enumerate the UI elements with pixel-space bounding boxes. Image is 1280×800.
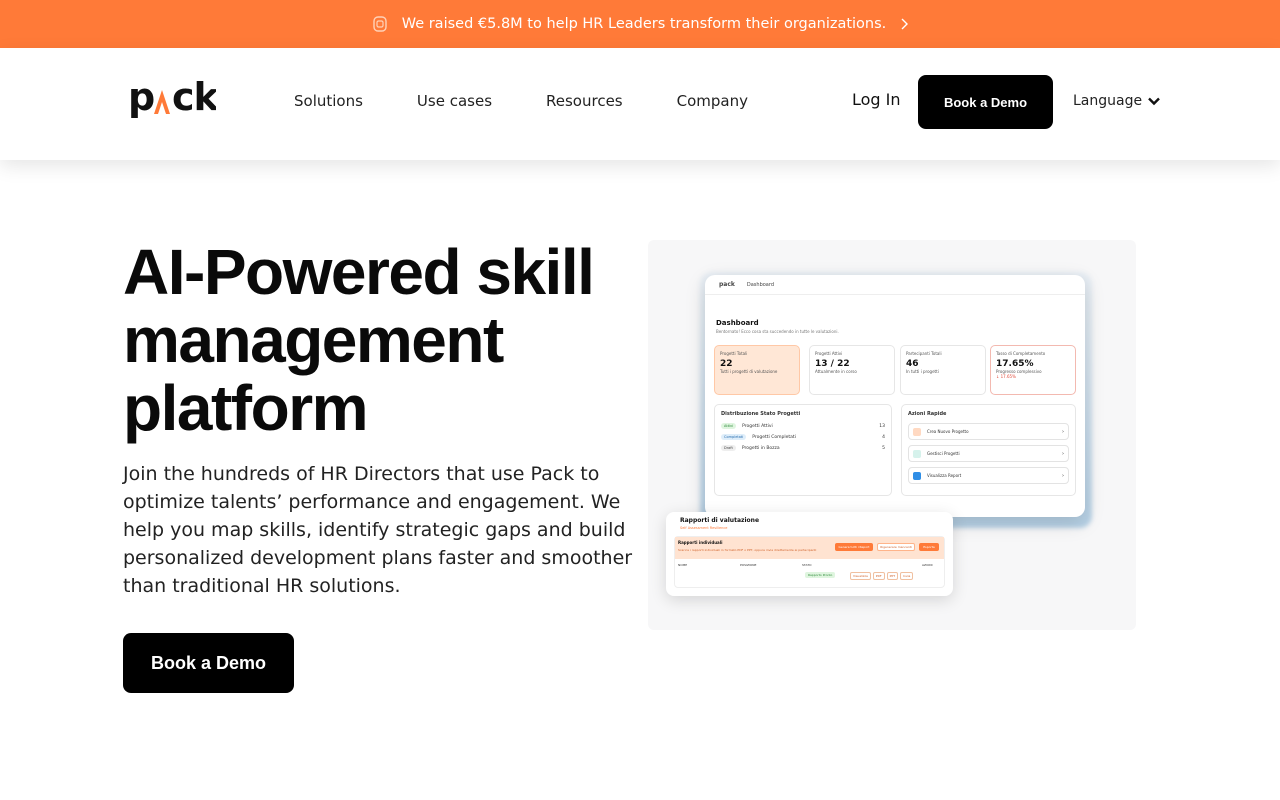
stat-label: Progetti Totali: [720, 351, 748, 356]
stat-card: Progetti Attivi 13 / 22 Attualmente in c…: [809, 345, 895, 395]
stat-label: Tasso di Completamento: [996, 351, 1046, 356]
stat-value: 46: [906, 359, 919, 369]
list-item: Attivi Progetti Attivi 13: [721, 423, 885, 429]
row-label: Progetti Completati: [752, 434, 796, 440]
badge-icon: [372, 15, 388, 33]
quick-action-label: Gestisci Progetti: [927, 451, 960, 456]
stat-label: Progetti Attivi: [815, 351, 843, 356]
announcement-text[interactable]: We raised €5.8M to help HR Leaders trans…: [402, 16, 887, 32]
stat-note: In tutti i progetti: [906, 369, 939, 374]
quick-actions-panel: Azioni Rapide Crea Nuovo Progetto › Gest…: [901, 404, 1076, 496]
quick-action-label: Visualizza Report: [927, 473, 962, 478]
list-item: Completati Progetti Completati 4: [721, 434, 885, 440]
chevron-down-icon: [1148, 97, 1160, 106]
stat-value: 17.65%: [996, 359, 1034, 369]
column-header: NOME: [678, 563, 688, 567]
row-label: Progetti in Bozza: [741, 445, 780, 451]
stat-value: 13 / 22: [815, 359, 850, 369]
column-header: STATO: [802, 563, 812, 567]
report-title: Rapporti di valutazione: [680, 517, 760, 524]
nav-company[interactable]: Company: [677, 92, 748, 110]
stat-card: Tasso di Completamento 17.65% Progresso …: [990, 345, 1076, 395]
list-item: Draft Progetti in Bozza 5: [721, 445, 885, 451]
site-header: p ck Solutions Use cases Resources Compa…: [0, 48, 1280, 160]
dashboard-logo: pack: [719, 281, 735, 288]
login-link[interactable]: Log In: [852, 90, 901, 109]
stat-note: Tutti i progetti di valutazione: [720, 369, 778, 374]
report-actions: Visualizza PDF PPT Invia: [850, 572, 914, 580]
stat-card: Partecipanti Totali 46 In tutti i proget…: [900, 345, 986, 395]
main-nav: Solutions Use cases Resources Company: [294, 92, 748, 110]
report-box: Rapporti individuali Scarica i rapporti …: [674, 536, 945, 588]
pack-logo[interactable]: p ck: [128, 74, 221, 122]
language-selector[interactable]: Language: [1073, 93, 1160, 109]
quick-action: Visualizza Report ›: [908, 467, 1069, 484]
folder-icon: [913, 449, 921, 458]
report-screenshot: Rapporti di valutazione Self Assessment …: [666, 512, 953, 596]
panel-title: Distribuzione Stato Progetti: [721, 411, 801, 417]
quick-action-label: Crea Nuovo Progetto: [927, 429, 969, 434]
dashboard-breadcrumb: Dashboard: [746, 281, 775, 288]
report-button: Esporta: [919, 543, 939, 551]
report-button: Rigenerare mancanti: [877, 543, 915, 551]
dashboard-subtitle: Bentornato! Ecco cosa sta succedendo in …: [716, 329, 839, 334]
column-header: POSIZIONE: [740, 563, 757, 567]
book-demo-button-hero[interactable]: Book a Demo: [123, 633, 294, 693]
distribution-panel: Distribuzione Stato Progetti Attivi Prog…: [714, 404, 892, 496]
chevron-right-icon: ›: [1062, 450, 1064, 457]
column-header: AZIONI: [922, 563, 933, 567]
panel-title: Azioni Rapide: [908, 411, 947, 417]
row-value: 4: [882, 434, 885, 440]
row-label: Progetti Attivi: [742, 423, 773, 429]
report-action: Invia: [900, 572, 914, 580]
row-value: 13: [879, 423, 885, 429]
report-box-label: Rapporti individuali: [678, 540, 723, 545]
report-subtitle: Self Assessment Resilience: [680, 526, 728, 530]
language-label: Language: [1073, 93, 1143, 109]
report-columns: NOME POSIZIONE STATO AZIONI: [678, 563, 943, 567]
nav-use-cases[interactable]: Use cases: [417, 92, 492, 110]
stat-card: Progetti Totali 22 Tutti i progetti di v…: [714, 345, 800, 395]
stat-note: Attualmente in corso: [815, 369, 857, 374]
dashboard-screenshot: pack Dashboard Dashboard Bentornato! Ecc…: [705, 275, 1085, 517]
report-action: PPT: [886, 572, 899, 580]
nav-solutions[interactable]: Solutions: [294, 92, 363, 110]
report-box-desc: Scarica i rapporti individuali in format…: [678, 548, 817, 552]
report-action: Visualizza: [850, 572, 871, 580]
report-icon: [913, 471, 921, 480]
status-tag: Attivi: [721, 423, 737, 429]
chevron-right-icon: ›: [1062, 428, 1064, 435]
status-tag: Completati: [721, 434, 747, 440]
report-header: Rapporti individuali Scarica i rapporti …: [675, 537, 944, 559]
dashboard-topbar: pack Dashboard: [705, 275, 1085, 295]
nav-resources[interactable]: Resources: [546, 92, 623, 110]
hero-title: AI-Powered skill management platform: [123, 236, 595, 444]
report-button: Genera tutti i Report: [835, 543, 873, 551]
report-action: PDF: [872, 572, 885, 580]
plus-icon: [913, 427, 921, 436]
dashboard-title: Dashboard: [716, 319, 759, 327]
svg-text:p: p: [128, 75, 154, 119]
announcement-bar[interactable]: We raised €5.8M to help HR Leaders trans…: [0, 0, 1280, 48]
hero-subtitle: Join the hundreds of HR Directors that u…: [123, 463, 633, 597]
book-demo-button-header[interactable]: Book a Demo: [918, 75, 1053, 129]
quick-action: Gestisci Progetti ›: [908, 445, 1069, 462]
stat-value: 22: [720, 359, 733, 369]
row-value: 5: [882, 445, 885, 451]
quick-action: Crea Nuovo Progetto ›: [908, 423, 1069, 440]
svg-text:ck: ck: [172, 75, 216, 119]
status-badge: Rapporto Pronto: [805, 572, 836, 578]
chevron-right-icon[interactable]: [900, 18, 909, 30]
stat-trend: ↓ 17.65%: [996, 374, 1016, 379]
chevron-right-icon: ›: [1062, 472, 1064, 479]
status-tag: Draft: [721, 445, 736, 451]
stat-label: Partecipanti Totali: [906, 351, 942, 356]
